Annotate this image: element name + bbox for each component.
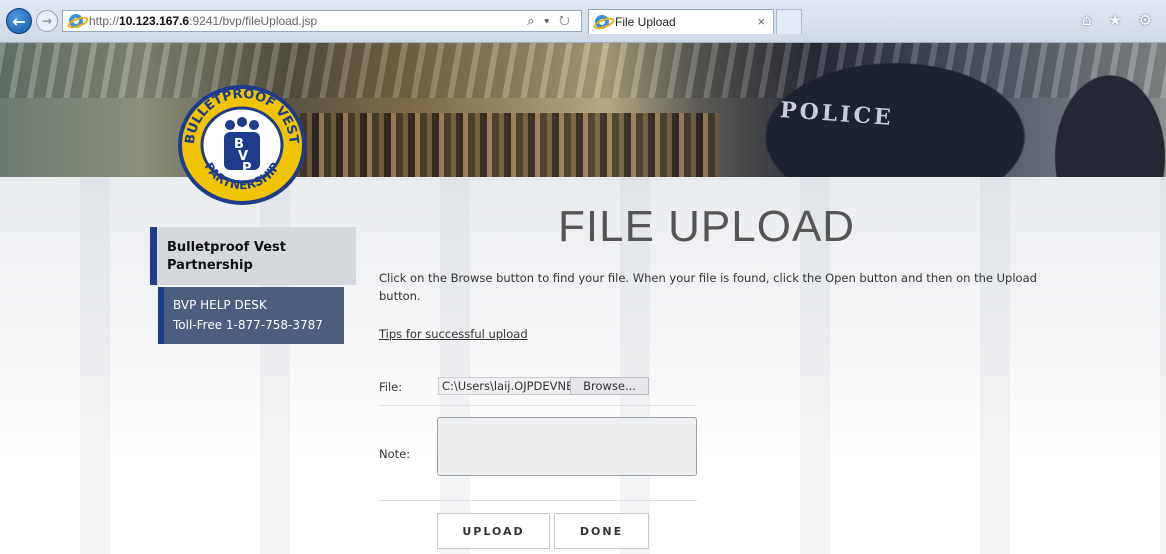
tips-link[interactable]: Tips for successful upload	[379, 327, 528, 341]
sidebar-title[interactable]: Bulletproof Vest Partnership	[150, 227, 356, 285]
helpdesk-title: BVP HELP DESK	[173, 298, 267, 312]
url-path: :9241/bvp/fileUpload.jsp	[189, 14, 318, 28]
address-bar[interactable]: http:// 10.123.167.6 :9241/bvp/fileUploa…	[62, 10, 582, 32]
done-button[interactable]: DONE	[554, 513, 649, 549]
arrow-right-icon: →	[41, 14, 53, 28]
note-textarea[interactable]	[437, 417, 697, 476]
file-path-field[interactable]: C:\Users\laij.OJPDEVNE	[438, 377, 570, 395]
form-divider-2	[379, 500, 697, 501]
upload-instructions: Click on the Browse button to find your …	[379, 271, 1037, 303]
back-button[interactable]: ←	[6, 8, 32, 34]
tab-title: File Upload	[615, 15, 676, 29]
home-favorites-settings-icons[interactable]: ⌂ ★ ⚙	[1082, 11, 1158, 29]
browse-button[interactable]: Browse...	[570, 377, 649, 395]
new-tab-button[interactable]	[776, 9, 802, 34]
file-label: File:	[379, 380, 403, 394]
helpdesk-box: BVP HELP DESK Toll-Free 1-877-758-3787	[158, 287, 344, 344]
url-prefix: http://	[89, 14, 120, 28]
arrow-left-icon: ←	[12, 11, 26, 31]
banner-crowd	[300, 113, 720, 177]
ie-page-icon	[69, 14, 83, 28]
page-title: FILE UPLOAD	[558, 202, 856, 251]
helpdesk-phone: Toll-Free 1-877-758-3787	[173, 318, 323, 332]
banner-officer-2	[1040, 53, 1166, 177]
ie-tab-icon	[595, 15, 609, 29]
form-divider	[379, 405, 697, 406]
close-tab-icon[interactable]: ×	[757, 14, 765, 29]
note-label: Note:	[379, 447, 411, 461]
search-refresh-icons[interactable]: ⌕ ▾ ↻	[527, 13, 573, 29]
logo-letter-p: P	[242, 161, 252, 176]
bvp-logo: BULLETPROOF VEST PARTNERSHIP B V P	[178, 85, 306, 205]
browser-toolbar: ← → http:// 10.123.167.6 :9241/bvp/fileU…	[0, 0, 1166, 43]
file-input[interactable]: C:\Users\laij.OJPDEVNE Browse...	[438, 377, 649, 395]
forward-button[interactable]: →	[36, 10, 58, 32]
upload-button[interactable]: UPLOAD	[437, 513, 550, 549]
tab-file-upload[interactable]: File Upload ×	[588, 9, 774, 34]
url-host: 10.123.167.6	[119, 14, 190, 28]
